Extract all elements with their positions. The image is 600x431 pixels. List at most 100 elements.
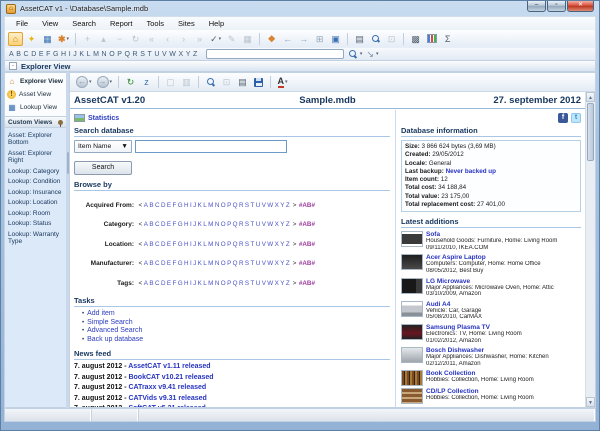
statistics-link[interactable]: Statistics bbox=[74, 114, 390, 122]
non-alpha-link[interactable]: #AB# bbox=[299, 260, 315, 267]
letter-link[interactable]: J bbox=[193, 260, 196, 267]
letter-link[interactable]: R bbox=[239, 241, 244, 248]
letter-link[interactable]: W bbox=[267, 202, 273, 209]
letter-link[interactable]: E bbox=[167, 241, 171, 248]
letter-link[interactable]: L bbox=[203, 241, 207, 248]
letter-link[interactable]: L bbox=[87, 51, 91, 58]
letter-link[interactable]: Z bbox=[193, 51, 197, 58]
letter-link[interactable]: T bbox=[251, 202, 255, 209]
letter-link[interactable]: B bbox=[149, 241, 153, 248]
custom-view-item[interactable]: Lookup: Insurance bbox=[5, 187, 66, 198]
sidebar-item-explorer-view[interactable]: ⌂ Explorer View bbox=[5, 75, 66, 88]
letter-link[interactable]: A bbox=[144, 260, 148, 267]
letter-link[interactable]: D bbox=[161, 260, 166, 267]
letter-link[interactable]: R bbox=[239, 280, 244, 287]
page-print-button[interactable]: ▤ bbox=[235, 75, 250, 89]
letter-link[interactable]: X bbox=[275, 241, 279, 248]
search-field-selector[interactable]: Item Name ▼ bbox=[74, 140, 132, 153]
quick-search-input[interactable] bbox=[206, 49, 344, 59]
letter-link[interactable]: O bbox=[221, 260, 226, 267]
letter-link[interactable]: Z bbox=[286, 221, 290, 228]
letter-link[interactable]: P bbox=[227, 241, 231, 248]
letter-link[interactable]: T bbox=[251, 241, 255, 248]
letter-link[interactable]: X bbox=[275, 280, 279, 287]
print-preview-button[interactable] bbox=[368, 32, 383, 46]
letter-link[interactable]: L bbox=[203, 260, 207, 267]
grid-view-button[interactable]: ▦ bbox=[240, 32, 255, 46]
letter-link[interactable]: D bbox=[31, 51, 36, 58]
custom-view-item[interactable]: Asset: Explorer Right bbox=[5, 148, 66, 166]
menu-item[interactable]: Help bbox=[202, 18, 231, 29]
letter-link[interactable]: I bbox=[190, 221, 192, 228]
edit-item-button[interactable]: ▴ bbox=[96, 32, 111, 46]
letter-link[interactable]: K bbox=[198, 202, 202, 209]
letter-link[interactable]: C bbox=[155, 202, 160, 209]
task-link[interactable]: Advanced Search bbox=[87, 327, 142, 334]
twitter-icon[interactable]: t bbox=[571, 113, 581, 123]
letter-link[interactable]: G bbox=[178, 241, 183, 248]
news-title-link[interactable]: BookCAT v10.21 released bbox=[128, 374, 213, 381]
edit-note-button[interactable]: ✎ bbox=[224, 32, 239, 46]
task-link[interactable]: Back up database bbox=[87, 336, 143, 343]
chart-button[interactable] bbox=[424, 32, 439, 46]
letter-link[interactable]: U bbox=[256, 221, 261, 228]
custom-view-item[interactable]: Lookup: Category bbox=[5, 166, 66, 177]
letter-link[interactable]: D bbox=[161, 280, 166, 287]
letter-link[interactable]: Q bbox=[233, 202, 238, 209]
letter-link[interactable]: G bbox=[53, 51, 58, 58]
collapse-panel-button[interactable]: - bbox=[9, 62, 17, 70]
letter-link[interactable]: M bbox=[93, 51, 99, 58]
letter-link[interactable]: Q bbox=[233, 241, 238, 248]
item-title-link[interactable]: CD/LP Collection bbox=[426, 388, 534, 395]
custom-view-item[interactable]: Lookup: Warranty Type bbox=[5, 229, 66, 247]
letter-link[interactable]: T bbox=[251, 280, 255, 287]
letter-link[interactable]: L bbox=[203, 202, 207, 209]
letter-link[interactable]: I bbox=[190, 280, 192, 287]
previous-record-button[interactable]: ‹ bbox=[160, 32, 175, 46]
tag-button[interactable]: ❖ bbox=[264, 32, 279, 46]
add-item-button[interactable]: + bbox=[80, 32, 95, 46]
item-title-link[interactable]: LG Microwave bbox=[426, 278, 554, 285]
letter-link[interactable]: I bbox=[190, 202, 192, 209]
news-title-link[interactable]: CATVids v9.31 released bbox=[128, 395, 206, 402]
custom-view-item[interactable]: Lookup: Condition bbox=[5, 177, 66, 188]
letter-link[interactable]: E bbox=[167, 260, 171, 267]
letter-link[interactable]: S bbox=[245, 241, 249, 248]
letter-link[interactable]: W bbox=[267, 221, 273, 228]
letter-link[interactable]: E bbox=[167, 280, 171, 287]
letter-link[interactable]: B bbox=[149, 260, 153, 267]
letter-link[interactable]: F bbox=[172, 260, 176, 267]
letter-link[interactable]: R bbox=[239, 202, 244, 209]
letter-link[interactable]: W bbox=[267, 280, 273, 287]
letter-link[interactable]: M bbox=[208, 221, 213, 228]
letter-link[interactable]: L bbox=[203, 221, 207, 228]
scroll-up-button[interactable]: ▲ bbox=[586, 92, 595, 102]
dropdown-caret[interactable]: ▾ bbox=[360, 51, 363, 57]
next-link[interactable]: > bbox=[293, 221, 297, 228]
nav-forward-button[interactable]: →▾ bbox=[95, 75, 115, 89]
letter-link[interactable]: U bbox=[256, 260, 261, 267]
minimize-button[interactable]: – bbox=[527, 1, 546, 12]
sidebar-item-lookup-view[interactable]: ▦ Lookup View bbox=[5, 101, 66, 114]
delete-item-button[interactable]: − bbox=[112, 32, 127, 46]
news-title-link[interactable]: SoftCAT v5.21 released bbox=[128, 405, 205, 407]
letter-link[interactable]: K bbox=[198, 280, 202, 287]
search-input[interactable] bbox=[135, 140, 287, 153]
letter-link[interactable]: I bbox=[190, 241, 192, 248]
letter-link[interactable]: V bbox=[262, 241, 266, 248]
letter-link[interactable]: L bbox=[203, 280, 207, 287]
letter-link[interactable]: Y bbox=[280, 202, 284, 209]
letter-link[interactable]: Z bbox=[286, 260, 290, 267]
letter-link[interactable]: P bbox=[227, 260, 231, 267]
letter-link[interactable]: B bbox=[149, 221, 153, 228]
letter-link[interactable]: X bbox=[275, 202, 279, 209]
settings-button[interactable]: ✱▾ bbox=[56, 32, 71, 46]
letter-link[interactable]: W bbox=[267, 260, 273, 267]
copy-button[interactable]: ⊡ bbox=[219, 75, 234, 89]
letter-link[interactable]: G bbox=[178, 260, 183, 267]
letter-link[interactable]: C bbox=[155, 280, 160, 287]
item-title-link[interactable]: Sofa bbox=[426, 231, 557, 238]
letter-link[interactable]: V bbox=[162, 51, 167, 58]
forward-button[interactable]: → bbox=[296, 32, 311, 46]
letter-link[interactable]: H bbox=[184, 202, 189, 209]
